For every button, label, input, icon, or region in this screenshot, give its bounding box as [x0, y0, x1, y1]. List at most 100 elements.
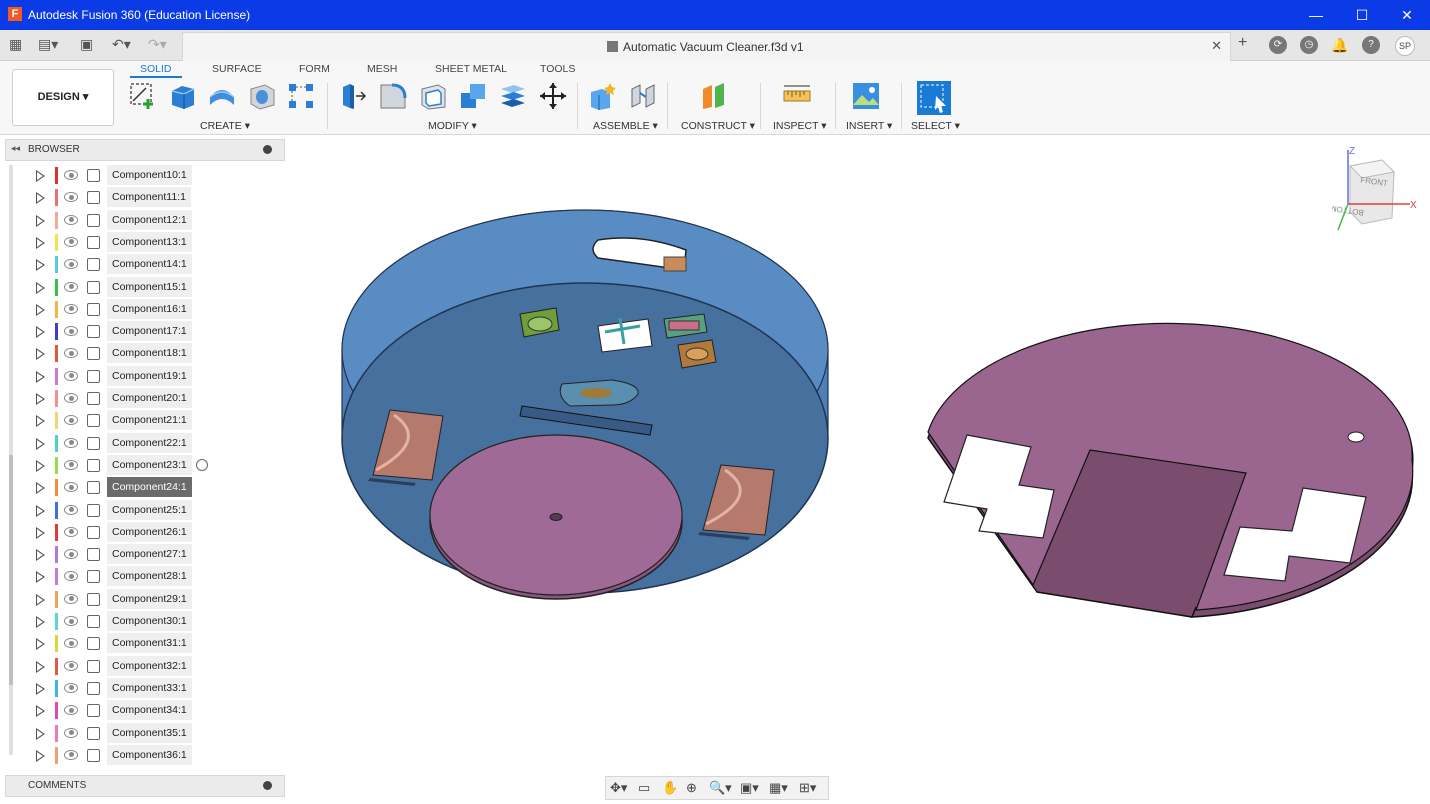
combine-icon[interactable] — [458, 81, 488, 111]
browser-component-row[interactable]: Component36:1 — [36, 744, 266, 766]
browser-component-row[interactable]: Component21:1 — [36, 410, 266, 431]
browser-component-row[interactable]: Component23:1 — [36, 454, 266, 476]
expand-triangle-icon[interactable] — [36, 214, 45, 227]
component-name[interactable]: Component24:1 — [107, 477, 192, 498]
expand-triangle-icon[interactable] — [36, 682, 45, 695]
tab-surface[interactable]: SURFACE — [212, 63, 262, 75]
browser-component-row[interactable]: Component32:1 — [36, 655, 266, 677]
tab-mesh[interactable]: MESH — [367, 63, 397, 75]
component-name[interactable]: Component22:1 — [107, 432, 192, 453]
workspace-switcher-button[interactable]: DESIGN ▾ — [12, 69, 114, 126]
press-pull-icon[interactable] — [338, 81, 368, 111]
visibility-eye-icon[interactable] — [64, 393, 78, 403]
new-component-icon[interactable] — [588, 81, 618, 111]
browser-component-row[interactable]: Component34:1 — [36, 700, 266, 721]
browser-component-row[interactable]: Component35:1 — [36, 722, 266, 744]
document-tab[interactable]: Automatic Vacuum Cleaner.f3d v1 ✕ — [182, 32, 1231, 61]
maximize-button[interactable]: ☐ — [1339, 0, 1385, 30]
component-name[interactable]: Component13:1 — [107, 231, 192, 252]
hole-icon[interactable] — [247, 81, 277, 111]
expand-triangle-icon[interactable] — [36, 549, 45, 562]
visibility-eye-icon[interactable] — [64, 682, 78, 693]
visibility-eye-icon[interactable] — [64, 236, 78, 247]
visibility-eye-icon[interactable] — [64, 549, 78, 560]
visibility-eye-icon[interactable] — [64, 437, 78, 448]
component-name[interactable]: Component25:1 — [107, 499, 192, 520]
visibility-eye-icon[interactable] — [64, 482, 78, 493]
browser-component-row[interactable]: Component15:1 — [36, 276, 266, 298]
expand-triangle-icon[interactable] — [36, 393, 45, 405]
collapse-browser-icon[interactable]: ◂◂ — [11, 143, 20, 154]
activate-component-radio[interactable] — [196, 458, 208, 471]
component-name[interactable]: Component12:1 — [107, 209, 192, 230]
insert-image-icon[interactable] — [851, 81, 881, 111]
component-name[interactable]: Component30:1 — [107, 611, 192, 631]
component-name[interactable]: Component32:1 — [107, 655, 192, 676]
extrude-icon[interactable] — [167, 81, 197, 111]
revolve-icon[interactable] — [207, 81, 237, 111]
browser-component-row[interactable]: Component22:1 — [36, 432, 266, 454]
expand-triangle-icon[interactable] — [36, 593, 45, 606]
visibility-eye-icon[interactable] — [64, 727, 78, 738]
redo-icon[interactable]: ↷▾ — [148, 36, 167, 53]
visibility-eye-icon[interactable] — [64, 705, 78, 716]
inspect-menu[interactable]: INSPECT ▾ — [773, 120, 827, 132]
user-avatar[interactable]: SP — [1395, 36, 1415, 56]
new-tab-plus-icon[interactable]: + — [1238, 34, 1247, 52]
create-menu[interactable]: CREATE ▾ — [200, 120, 250, 132]
browser-component-row[interactable]: Component31:1 — [36, 633, 266, 654]
expand-triangle-icon[interactable] — [36, 459, 45, 472]
component-name[interactable]: Component18:1 — [107, 343, 192, 364]
expand-triangle-icon[interactable] — [36, 170, 45, 182]
visibility-eye-icon[interactable] — [64, 459, 78, 470]
visibility-eye-icon[interactable] — [64, 571, 78, 582]
fit-zoom-icon[interactable]: 🔍▾ — [709, 780, 732, 796]
close-tab-icon[interactable]: ✕ — [1211, 38, 1222, 54]
expand-triangle-icon[interactable] — [36, 526, 45, 539]
component-name[interactable]: Component34:1 — [107, 700, 192, 721]
component-name[interactable]: Component28:1 — [107, 566, 192, 587]
expand-triangle-icon[interactable] — [36, 660, 45, 673]
component-name[interactable]: Component10:1 — [107, 165, 192, 185]
browser-panel-header[interactable]: ◂◂ BROWSER — [5, 139, 285, 161]
visibility-eye-icon[interactable] — [64, 749, 78, 760]
expand-triangle-icon[interactable] — [36, 616, 45, 628]
job-status-icon[interactable]: ◷ — [1300, 36, 1318, 54]
component-name[interactable]: Component21:1 — [107, 410, 192, 431]
visibility-eye-icon[interactable] — [64, 593, 78, 604]
pattern-icon[interactable] — [286, 81, 316, 111]
visibility-eye-icon[interactable] — [64, 616, 78, 626]
tab-form[interactable]: FORM — [299, 63, 330, 75]
orbit-icon[interactable]: ✥▾ — [610, 780, 627, 796]
component-name[interactable]: Component26:1 — [107, 521, 192, 542]
expand-triangle-icon[interactable] — [36, 749, 45, 762]
visibility-eye-icon[interactable] — [64, 415, 78, 426]
component-name[interactable]: Component23:1 — [107, 454, 192, 475]
fillet-icon[interactable] — [378, 81, 408, 111]
visibility-eye-icon[interactable] — [64, 192, 78, 203]
browser-component-row[interactable]: Component17:1 — [36, 321, 266, 342]
visibility-eye-icon[interactable] — [64, 504, 78, 515]
modify-menu[interactable]: MODIFY ▾ — [428, 120, 477, 132]
browser-component-row[interactable]: Component19:1 — [36, 365, 266, 387]
help-icon[interactable]: ? — [1362, 36, 1380, 54]
model-canvas[interactable] — [290, 135, 1428, 771]
insert-menu[interactable]: INSERT ▾ — [846, 120, 892, 132]
visibility-eye-icon[interactable] — [64, 214, 78, 225]
select-menu[interactable]: SELECT ▾ — [911, 120, 960, 132]
visibility-eye-icon[interactable] — [64, 281, 78, 292]
undo-icon[interactable]: ↶▾ — [112, 36, 131, 53]
component-name[interactable]: Component29:1 — [107, 588, 192, 609]
component-name[interactable]: Component15:1 — [107, 276, 192, 297]
component-name[interactable]: Component31:1 — [107, 633, 192, 654]
browser-component-row[interactable]: Component10:1 — [36, 165, 266, 186]
expand-triangle-icon[interactable] — [36, 326, 45, 339]
expand-triangle-icon[interactable] — [36, 727, 45, 740]
shell-icon[interactable] — [418, 81, 448, 111]
top-cover-plate[interactable] — [927, 322, 1414, 618]
component-name[interactable]: Component35:1 — [107, 722, 192, 743]
expand-triangle-icon[interactable] — [36, 705, 45, 718]
expand-triangle-icon[interactable] — [36, 504, 45, 517]
browser-component-row[interactable]: Component26:1 — [36, 521, 266, 543]
visibility-eye-icon[interactable] — [64, 170, 78, 180]
